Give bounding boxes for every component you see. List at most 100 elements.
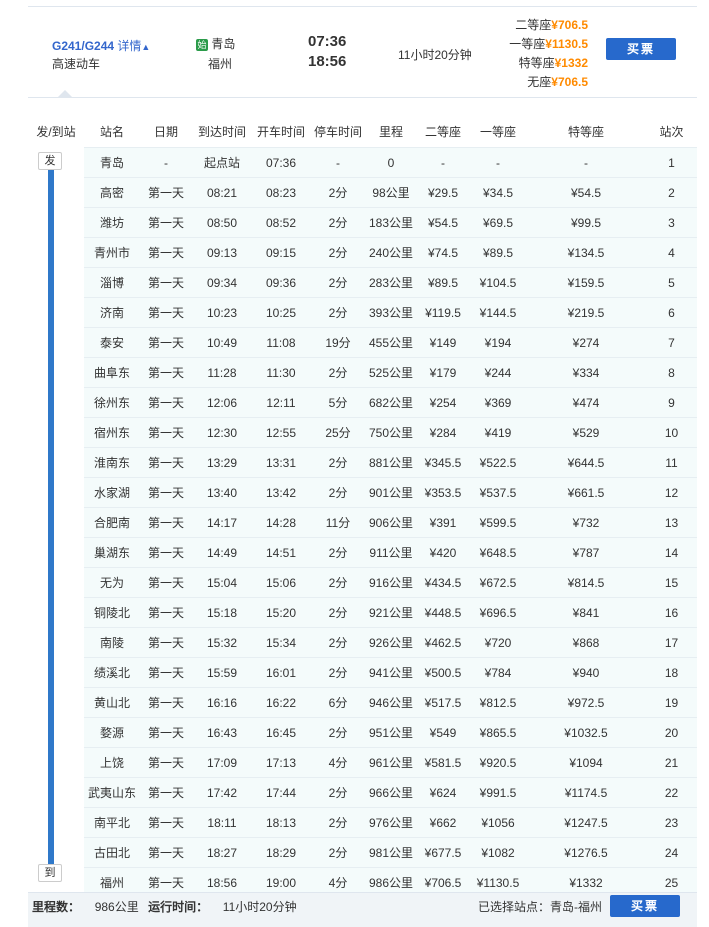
table-cell: 08:23 [252, 177, 310, 208]
route-lane-cell [28, 717, 84, 748]
table-row[interactable]: 徐州东 第一天 12:06 12:11 5分 682公里 ¥254 ¥369 ¥474 9 [28, 387, 697, 418]
table-cell: 11:08 [252, 327, 310, 358]
table-cell: - [526, 147, 646, 178]
table-cell: 13:42 [252, 477, 310, 508]
column-header: 一等座 [470, 115, 526, 148]
price-list: 二等座¥706.5 一等座¥1130.5 特等座¥1332 无座¥706.5 [483, 16, 588, 92]
table-cell: 15 [646, 567, 697, 598]
table-row[interactable]: 潍坊 第一天 08:50 08:52 2分 183公里 ¥54.5 ¥69.5 ¥99.5 3 [28, 207, 697, 238]
table-cell: 283公里 [366, 267, 416, 298]
table-cell: ¥159.5 [526, 267, 646, 298]
route-lane-cell [28, 747, 84, 778]
table-cell: ¥517.5 [416, 687, 470, 718]
seat-price: ¥1332 [554, 56, 588, 70]
table-cell: ¥814.5 [526, 567, 646, 598]
table-cell: 14:17 [192, 507, 252, 538]
table-cell: 第一天 [140, 837, 192, 868]
table-row[interactable]: 水家湖 第一天 13:40 13:42 2分 901公里 ¥353.5 ¥537.5 ¥661.… [28, 477, 697, 508]
route-track [48, 166, 54, 870]
table-cell: 绩溪北 [84, 657, 140, 688]
table-cell: 6 [646, 297, 697, 328]
table-cell: ¥29.5 [416, 177, 470, 208]
table-row[interactable]: 无为 第一天 15:04 15:06 2分 916公里 ¥434.5 ¥672.5 ¥814.5… [28, 567, 697, 598]
table-row[interactable]: 济南 第一天 10:23 10:25 2分 393公里 ¥119.5 ¥144.5 ¥219.5… [28, 297, 697, 328]
table-row[interactable]: 淄博 第一天 09:34 09:36 2分 283公里 ¥89.5 ¥104.5 ¥159.5 5 [28, 267, 697, 298]
table-row[interactable]: 上饶 第一天 17:09 17:13 4分 961公里 ¥581.5 ¥920.5 ¥1094 2… [28, 747, 697, 778]
depart-time: 07:36 [308, 33, 347, 50]
column-header: 到达时间 [192, 115, 252, 148]
table-cell: ¥74.5 [416, 237, 470, 268]
table-cell: 2 [646, 177, 697, 208]
table-cell: 合肥南 [84, 507, 140, 538]
route-lane-cell [28, 657, 84, 688]
table-cell: ¥940 [526, 657, 646, 688]
table-cell: 13:31 [252, 447, 310, 478]
table-cell: ¥334 [526, 357, 646, 388]
table-cell: 951公里 [366, 717, 416, 748]
table-row[interactable]: 铜陵北 第一天 15:18 15:20 2分 921公里 ¥448.5 ¥696.5 ¥841 1… [28, 597, 697, 628]
table-cell: 第一天 [140, 177, 192, 208]
table-row[interactable]: 南平北 第一天 18:11 18:13 2分 976公里 ¥662 ¥1056 ¥1247.5 2… [28, 807, 697, 838]
table-row[interactable]: 淮南东 第一天 13:29 13:31 2分 881公里 ¥345.5 ¥522.5 ¥644.… [28, 447, 697, 478]
table-row[interactable]: 巢湖东 第一天 14:49 14:51 2分 911公里 ¥420 ¥648.5 ¥787 14 [28, 537, 697, 568]
detail-label[interactable]: 详情 [117, 39, 141, 53]
price-row: 特等座¥1332 [483, 54, 588, 73]
table-row[interactable]: 高密 第一天 08:21 08:23 2分 98公里 ¥29.5 ¥34.5 ¥54.5 2 [28, 177, 697, 208]
table-cell: ¥662 [416, 807, 470, 838]
table-cell: ¥648.5 [470, 537, 526, 568]
from-station-name: 青岛 [211, 37, 236, 51]
table-cell: ¥1276.5 [526, 837, 646, 868]
table-cell: 4 [646, 237, 697, 268]
table-row[interactable]: 绩溪北 第一天 15:59 16:01 2分 941公里 ¥500.5 ¥784 ¥940 18 [28, 657, 697, 688]
table-cell: 徐州东 [84, 387, 140, 418]
table-cell: ¥581.5 [416, 747, 470, 778]
table-cell: 946公里 [366, 687, 416, 718]
table-cell: 455公里 [366, 327, 416, 358]
from-station: 始 青岛 [196, 35, 235, 52]
table-row[interactable]: 南陵 第一天 15:32 15:34 2分 926公里 ¥462.5 ¥720 ¥868 17 [28, 627, 697, 658]
table-row[interactable]: 青岛 - 起点站 07:36-0- - -1 [28, 147, 697, 178]
table-header-row: 发/到站 站名 日期 到达时间 开车时间 停车时间 里程 二等座 一等座 特等座 站次 [28, 115, 697, 148]
table-row[interactable]: 曲阜东 第一天 11:28 11:30 2分 525公里 ¥179 ¥244 ¥334 8 [28, 357, 697, 388]
table-cell: - [470, 147, 526, 178]
table-row[interactable]: 黄山北 第一天 16:16 16:22 6分 946公里 ¥517.5 ¥812.5 ¥972.… [28, 687, 697, 718]
table-cell: 941公里 [366, 657, 416, 688]
table-row[interactable]: 婺源 第一天 16:43 16:45 2分 951公里 ¥549 ¥865.5 ¥1032.5 2… [28, 717, 697, 748]
table-row[interactable]: 宿州东 第一天 12:30 12:55 25分 750公里 ¥284 ¥419 ¥529 10 [28, 417, 697, 448]
table-cell: 第一天 [140, 477, 192, 508]
table-row[interactable]: 武夷山东 第一天 17:42 17:44 2分 966公里 ¥624 ¥991.5 ¥1174.… [28, 777, 697, 808]
train-code[interactable]: G241/G244 [52, 39, 114, 53]
table-cell: 14:51 [252, 537, 310, 568]
table-cell: ¥99.5 [526, 207, 646, 238]
table-row[interactable]: 古田北 第一天 18:27 18:29 2分 981公里 ¥677.5 ¥1082 ¥1276.… [28, 837, 697, 868]
table-cell: ¥419 [470, 417, 526, 448]
stops-table: 发/到站 站名 日期 到达时间 开车时间 停车时间 里程 二等座 一等座 特等座 站次 青岛 - 起点站… [28, 115, 697, 897]
table-cell: ¥672.5 [470, 567, 526, 598]
table-row[interactable]: 合肥南 第一天 14:17 14:28 11分 906公里 ¥391 ¥599.5 ¥732 13 [28, 507, 697, 538]
table-cell: 3 [646, 207, 697, 238]
table-cell: ¥500.5 [416, 657, 470, 688]
detail-toggle[interactable]: 详情▲ [117, 39, 150, 53]
to-station-name: 福州 [208, 57, 233, 71]
table-cell: ¥865.5 [470, 717, 526, 748]
table-cell: 13:40 [192, 477, 252, 508]
table-cell: 08:21 [192, 177, 252, 208]
table-cell: 906公里 [366, 507, 416, 538]
table-row[interactable]: 泰安 第一天 10:49 11:08 19分 455公里 ¥149 ¥194 ¥274 7 [28, 327, 697, 358]
table-cell: 第一天 [140, 297, 192, 328]
table-cell: ¥448.5 [416, 597, 470, 628]
table-cell: 2分 [310, 597, 366, 628]
table-cell: 14 [646, 537, 697, 568]
table-cell: 第一天 [140, 267, 192, 298]
price-row: 无座¥706.5 [483, 73, 588, 92]
table-row[interactable]: 青州市 第一天 09:13 09:15 2分 240公里 ¥74.5 ¥89.5 ¥134.5 4 [28, 237, 697, 268]
buy-ticket-button[interactable]: 买票 [606, 38, 676, 60]
column-header: 停车时间 [310, 115, 366, 148]
table-cell: ¥599.5 [470, 507, 526, 538]
table-cell: ¥522.5 [470, 447, 526, 478]
table-cell: ¥868 [526, 627, 646, 658]
table-cell: 916公里 [366, 567, 416, 598]
table-cell: 2分 [310, 837, 366, 868]
table-cell: 750公里 [366, 417, 416, 448]
footer-buy-button[interactable]: 买票 [610, 895, 680, 917]
